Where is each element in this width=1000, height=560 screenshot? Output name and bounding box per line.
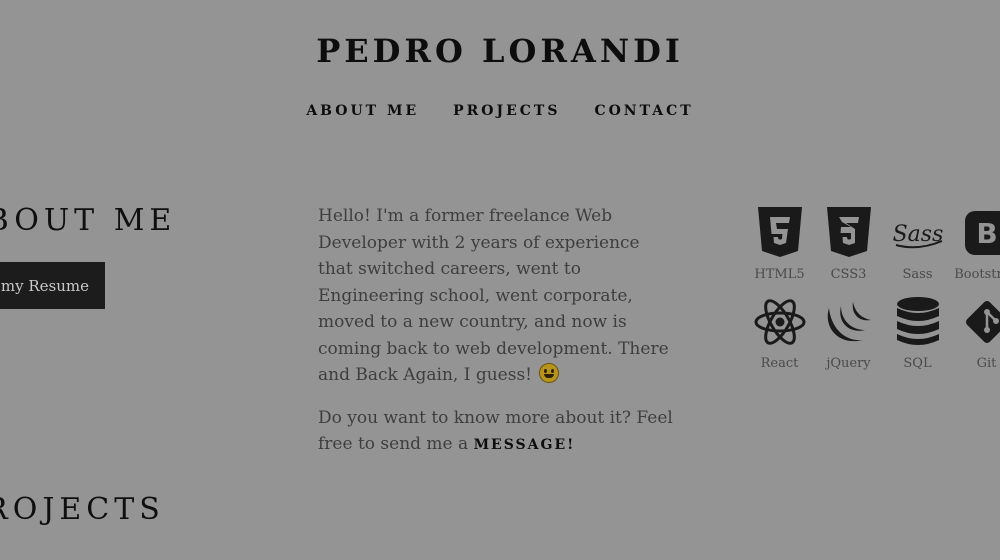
nav-contact[interactable]: CONTACT bbox=[594, 103, 693, 119]
see-resume-button[interactable]: See my Resume bbox=[0, 262, 105, 309]
skill-react: React bbox=[745, 294, 814, 371]
skill-sass: Sass Sass bbox=[883, 205, 952, 282]
skill-label: HTML5 bbox=[754, 267, 805, 282]
jquery-icon bbox=[827, 302, 871, 342]
bio-text: Hello! I'm a former freelance Web Develo… bbox=[318, 206, 669, 385]
skill-label: SQL bbox=[903, 356, 932, 371]
skill-sql: SQL bbox=[883, 294, 952, 371]
site-title[interactable]: PEDRO LORANDI bbox=[0, 32, 1000, 70]
nav-about-me[interactable]: ABOUT ME bbox=[306, 103, 419, 119]
skill-label: jQuery bbox=[826, 356, 871, 371]
about-bio: Hello! I'm a former freelance Web Develo… bbox=[318, 203, 678, 475]
projects-heading: PROJECTS bbox=[0, 492, 165, 527]
smile-emoji-icon bbox=[539, 363, 560, 383]
main-nav: ABOUT ME PROJECTS CONTACT bbox=[0, 103, 1000, 119]
html5-icon bbox=[757, 207, 802, 257]
css3-icon bbox=[826, 207, 871, 257]
skill-label: CSS3 bbox=[830, 267, 867, 282]
react-icon bbox=[754, 299, 805, 345]
git-icon bbox=[965, 301, 1000, 343]
skill-label: Sass bbox=[902, 267, 933, 282]
bio-paragraph: Hello! I'm a former freelance Web Develo… bbox=[318, 203, 678, 389]
database-icon bbox=[896, 297, 939, 345]
skill-css3: CSS3 bbox=[814, 205, 883, 282]
cta-paragraph: Do you want to know more about it? Feel … bbox=[318, 405, 678, 459]
svg-text:B: B bbox=[976, 217, 997, 250]
skill-jquery: jQuery bbox=[814, 294, 883, 371]
skill-bootstrap: B Bootstrap bbox=[952, 205, 1000, 282]
about-heading: ABOUT ME bbox=[0, 203, 177, 238]
sass-icon: Sass bbox=[892, 222, 943, 249]
skill-git: Git bbox=[952, 294, 1000, 371]
bootstrap-icon: B bbox=[964, 211, 1000, 255]
skill-label: Git bbox=[976, 356, 997, 371]
skills-grid: HTML5 CSS3 Sass Sass B Bootstrap React bbox=[745, 205, 1000, 371]
skill-label: Bootstrap bbox=[954, 267, 1000, 282]
message-link[interactable]: MESSAGE! bbox=[474, 437, 576, 453]
skill-label: React bbox=[760, 356, 799, 371]
nav-projects[interactable]: PROJECTS bbox=[453, 103, 560, 119]
skill-html5: HTML5 bbox=[745, 205, 814, 282]
